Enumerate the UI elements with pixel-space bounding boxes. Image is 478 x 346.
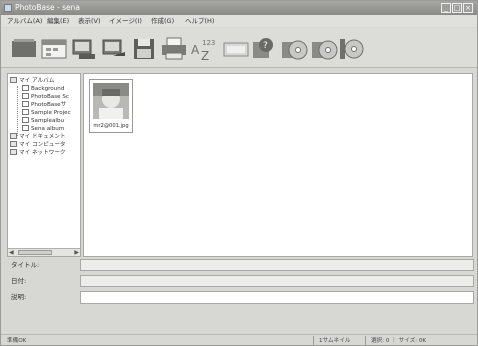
status-text: 準備OK — [7, 338, 27, 344]
scroll-left-icon[interactable]: ◀ — [9, 249, 14, 256]
scrollbar-thumb[interactable] — [18, 250, 52, 255]
calendar-button[interactable] — [39, 34, 69, 62]
status-divider — [365, 336, 366, 345]
export-icon — [102, 39, 125, 56]
save-icon — [134, 39, 154, 59]
import-icon — [72, 39, 95, 59]
description-field[interactable] — [80, 291, 474, 304]
date-field[interactable] — [80, 275, 474, 287]
tree-item-label: マイ アルバム — [19, 78, 55, 84]
app-window: PhotoBase - sena _ □ × アルバム(A) 編集(E) 表示(… — [0, 0, 478, 346]
tree-item-album[interactable]: Sample Projec — [22, 109, 71, 117]
tree-item-label: PhotoBaseサ — [31, 102, 67, 108]
album-folder-icon — [10, 77, 17, 83]
slideshow-icon — [223, 42, 249, 57]
title-field-label: タイトル: — [11, 261, 40, 269]
print-button[interactable] — [159, 34, 189, 62]
tree-item-my-computer[interactable]: マイ コンピュータ — [10, 141, 66, 149]
title-bar: PhotoBase - sena _ □ × — [1, 1, 477, 15]
cd-write-button[interactable] — [309, 34, 339, 62]
slideshow-button[interactable] — [221, 34, 251, 62]
tree-item-label: Background — [31, 86, 65, 92]
menu-album[interactable]: アルバム(A) — [7, 17, 42, 25]
status-thumbnail-count: 1サムネイル — [319, 338, 351, 344]
tree-item-label: PhotoBase Sc — [31, 94, 69, 100]
maximize-icon: □ — [453, 4, 461, 12]
sort-button[interactable]: A Z 123 — [189, 34, 219, 62]
cd-burn-button[interactable] — [279, 34, 309, 62]
album-button[interactable] — [9, 34, 39, 62]
album-icon — [22, 93, 29, 99]
menu-help[interactable]: ヘルプ(H) — [185, 17, 214, 25]
dvd-icon — [340, 39, 364, 59]
tree-item-label: Sample Projec — [31, 110, 71, 116]
tree-item-album[interactable]: Samplealbu — [22, 117, 64, 125]
album-icon — [12, 39, 36, 57]
cd-write-icon — [312, 40, 338, 60]
svg-text:A: A — [191, 43, 200, 57]
album-icon — [22, 85, 29, 91]
menu-edit[interactable]: 編集(E) — [47, 17, 69, 25]
menu-create[interactable]: 作成(G) — [151, 17, 174, 25]
close-icon: × — [465, 4, 471, 12]
tree-connector — [17, 86, 18, 136]
thumbnail-filename: mr2@001.jpg — [93, 123, 129, 129]
tree-item-label: マイ コンピュータ — [19, 142, 66, 148]
album-icon — [22, 117, 29, 123]
network-icon — [10, 149, 17, 155]
tree-item-my-documents[interactable]: マイ ドキュメント — [10, 133, 66, 141]
documents-folder-icon — [10, 133, 17, 139]
app-logo-icon — [4, 4, 12, 12]
search-icon: ? — [253, 38, 273, 58]
tree-item-my-album[interactable]: マイ アルバム — [10, 77, 54, 85]
status-bar: 準備OK 1サムネイル 選択: 0 ｜ サイズ: 0K — [1, 334, 477, 345]
status-divider — [313, 336, 314, 345]
album-icon — [22, 125, 29, 131]
cd-burn-icon — [282, 40, 308, 60]
minimize-button[interactable]: _ — [441, 3, 451, 13]
album-tree: マイ アルバム Background PhotoBase Sc PhotoBas… — [7, 73, 81, 257]
toolbar: A Z 123 ? — [1, 28, 477, 68]
thumbnail-area: mr2@001.jpg — [83, 73, 473, 257]
tree-horizontal-scrollbar[interactable]: ◀ ▶ — [8, 248, 80, 256]
album-icon — [22, 109, 29, 115]
menu-bar: アルバム(A) 編集(E) 表示(V) イメージ(I) 作成(G) ヘルプ(H) — [1, 15, 477, 27]
print-icon — [162, 37, 186, 60]
sort-az-icon: A Z 123 — [191, 39, 215, 62]
photo-image — [93, 83, 129, 119]
tree-item-label: マイ ネットワーク — [19, 150, 66, 156]
import-button[interactable] — [69, 34, 99, 62]
search-button[interactable]: ? — [249, 34, 279, 62]
tree-item-album[interactable]: PhotoBaseサ — [22, 101, 66, 109]
menu-view[interactable]: 表示(V) — [78, 17, 101, 25]
minimize-icon: _ — [444, 4, 448, 12]
calendar-icon — [41, 39, 67, 59]
svg-text:Z: Z — [201, 49, 209, 62]
scroll-right-icon[interactable]: ▶ — [74, 249, 79, 256]
close-button[interactable]: × — [463, 3, 473, 13]
maximize-button[interactable]: □ — [452, 3, 462, 13]
svg-text:?: ? — [263, 41, 268, 51]
status-selection: 選択: 0 ｜ サイズ: 0K — [371, 338, 427, 344]
tree-item-label: マイ ドキュメント — [19, 134, 66, 140]
tree-item-album[interactable]: Sena album — [22, 125, 64, 133]
menu-image[interactable]: イメージ(I) — [109, 17, 142, 25]
export-button[interactable] — [99, 34, 129, 62]
description-field-label: 説明: — [11, 293, 27, 301]
photo-thumbnail[interactable]: mr2@001.jpg — [89, 79, 133, 133]
tree-item-album[interactable]: Background — [22, 85, 64, 93]
window-title: PhotoBase - sena — [15, 3, 81, 12]
save-button[interactable] — [131, 34, 157, 62]
computer-icon — [10, 141, 17, 147]
tree-item-album[interactable]: PhotoBase Sc — [22, 93, 69, 101]
tree-item-label: Samplealbu — [31, 118, 65, 124]
tree-item-my-network[interactable]: マイ ネットワーク — [10, 149, 66, 157]
title-field[interactable] — [80, 259, 474, 271]
svg-text:123: 123 — [202, 39, 215, 47]
dvd-button[interactable] — [337, 34, 367, 62]
tree-item-label: Sena album — [31, 126, 65, 132]
date-field-label: 日付: — [11, 277, 27, 285]
album-icon — [22, 101, 29, 107]
